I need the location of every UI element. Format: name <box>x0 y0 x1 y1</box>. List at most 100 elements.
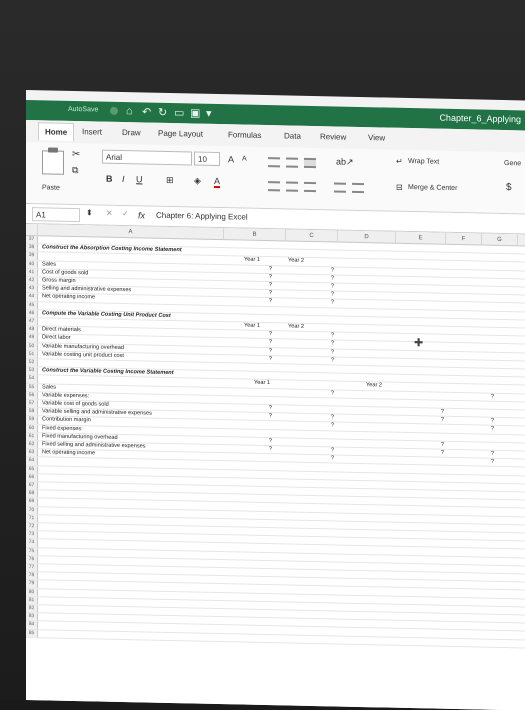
value-cell[interactable]: ? <box>242 446 272 454</box>
row-number[interactable]: 52 <box>26 359 38 367</box>
decrease-indent-icon[interactable] <box>334 182 346 193</box>
number-format-select[interactable]: Gene <box>504 160 521 167</box>
value-cell[interactable]: ? <box>242 298 272 306</box>
row-number[interactable]: 78 <box>26 572 38 580</box>
value-cell[interactable]: ? <box>242 355 272 363</box>
align-top-icon[interactable] <box>268 157 280 168</box>
value-cell[interactable]: ? <box>464 458 494 466</box>
font-color-button[interactable]: A <box>214 175 221 189</box>
value-cell[interactable]: ? <box>242 273 272 281</box>
italic-button[interactable]: I <box>122 174 125 184</box>
tab-formulas[interactable]: Formulas <box>228 130 261 140</box>
enter-icon[interactable]: ✓ <box>122 209 129 218</box>
column-header-g[interactable]: G <box>482 233 518 247</box>
row-number[interactable]: 56 <box>26 391 38 400</box>
cancel-icon[interactable]: ✕ <box>106 209 113 218</box>
value-cell[interactable]: ? <box>304 422 334 430</box>
year-1-header[interactable]: Year 1 <box>244 323 260 331</box>
value-cell[interactable]: ? <box>304 447 334 455</box>
home-icon[interactable]: ⌂ <box>126 105 133 117</box>
value-cell[interactable]: ? <box>464 417 494 425</box>
save-icon[interactable]: ▣ <box>190 106 200 119</box>
bold-button[interactable]: B <box>106 174 113 184</box>
row-number[interactable]: 65 <box>26 465 38 474</box>
font-name-select[interactable]: Arial <box>102 149 192 166</box>
value-cell[interactable]: ? <box>242 347 272 355</box>
value-cell[interactable]: ? <box>304 414 334 422</box>
tab-view[interactable]: View <box>368 133 385 142</box>
worksheet-grid[interactable]: A B C D E F G H 3738Construct the Absorp… <box>26 224 525 710</box>
cell-label[interactable]: Variable expenses: <box>42 392 89 400</box>
column-header-f[interactable]: F <box>446 232 482 246</box>
row-number[interactable]: 46 <box>26 309 38 318</box>
row-number[interactable]: 58 <box>26 408 38 416</box>
currency-button[interactable]: $ <box>506 182 512 193</box>
row-number[interactable]: 57 <box>26 400 38 408</box>
value-cell[interactable]: ? <box>464 393 494 401</box>
align-middle-icon[interactable] <box>286 157 298 168</box>
value-cell[interactable]: ? <box>414 408 444 416</box>
name-box[interactable]: A1 <box>32 207 80 223</box>
value-cell[interactable]: ? <box>414 441 444 449</box>
print-icon[interactable]: ▭ <box>174 106 184 119</box>
row-number[interactable]: 67 <box>26 482 38 490</box>
row-number[interactable]: 54 <box>26 375 38 383</box>
paste-button[interactable] <box>42 150 64 175</box>
cell-label[interactable]: Sales <box>42 384 56 392</box>
row-number[interactable]: 83 <box>26 613 38 621</box>
row-number[interactable]: 61 <box>26 432 38 441</box>
align-bottom-icon[interactable] <box>304 157 316 169</box>
row-number[interactable]: 80 <box>26 588 38 597</box>
shrink-font-button[interactable]: A <box>242 156 247 163</box>
undo-icon[interactable]: ↶ <box>142 105 151 118</box>
cell-label[interactable]: Net operating income <box>42 450 95 459</box>
value-cell[interactable]: ? <box>304 283 334 291</box>
row-number[interactable]: 59 <box>26 416 38 424</box>
row-number[interactable]: 84 <box>26 621 38 629</box>
autosave-toggle[interactable] <box>110 106 118 115</box>
font-size-select[interactable]: 10 <box>194 151 220 167</box>
row-number[interactable]: 49 <box>26 334 38 342</box>
value-cell[interactable]: ? <box>242 265 272 273</box>
tab-insert[interactable]: Insert <box>82 127 102 136</box>
value-cell[interactable]: ? <box>464 450 494 458</box>
customize-toolbar-icon[interactable]: ▾ <box>206 107 212 120</box>
row-number[interactable]: 41 <box>26 268 38 277</box>
row-number[interactable]: 55 <box>26 383 38 392</box>
row-number[interactable]: 43 <box>26 285 38 293</box>
value-cell[interactable]: ? <box>242 437 272 445</box>
value-cell[interactable]: ? <box>304 455 334 463</box>
row-number[interactable]: 45 <box>26 301 38 310</box>
name-box-stepper-icon[interactable]: ⬍ <box>86 208 93 217</box>
row-number[interactable]: 48 <box>26 326 38 334</box>
row-number[interactable]: 79 <box>26 580 38 588</box>
value-cell[interactable]: ? <box>242 331 272 339</box>
cell-label[interactable]: Fixed expenses: <box>42 425 83 433</box>
column-header-e[interactable]: E <box>396 231 446 245</box>
row-number[interactable]: 75 <box>26 547 38 556</box>
year-2-header[interactable]: Year 2 <box>366 383 382 391</box>
row-number[interactable]: 76 <box>26 555 38 564</box>
function-button[interactable]: fx <box>138 210 145 220</box>
cell-label[interactable]: Contribution margin <box>42 417 91 426</box>
tab-draw[interactable]: Draw <box>122 128 141 137</box>
value-cell[interactable]: ? <box>304 266 334 274</box>
value-cell[interactable]: ? <box>304 389 334 397</box>
borders-icon[interactable]: ⊞ <box>166 175 174 186</box>
grow-font-button[interactable]: A <box>228 154 234 164</box>
cell-label[interactable]: Direct materials <box>42 327 81 335</box>
row-number[interactable]: 73 <box>26 531 38 539</box>
align-right-icon[interactable] <box>304 181 316 193</box>
fill-color-icon[interactable]: ◈ <box>194 176 201 187</box>
wrap-text-button[interactable]: Wrap Text <box>408 158 439 166</box>
merge-center-button[interactable]: Merge & Center <box>408 184 457 192</box>
tab-home[interactable]: Home <box>38 122 75 142</box>
row-number[interactable]: 69 <box>26 498 38 506</box>
tab-review[interactable]: Review <box>320 132 346 142</box>
row-number[interactable]: 62 <box>26 441 38 449</box>
tab-page-layout[interactable]: Page Layout <box>158 129 203 139</box>
row-number[interactable]: 68 <box>26 490 38 498</box>
cell-label[interactable]: Direct labor <box>42 335 71 343</box>
year-2-header[interactable]: Year 2 <box>288 258 304 266</box>
row-number[interactable]: 81 <box>26 596 38 605</box>
